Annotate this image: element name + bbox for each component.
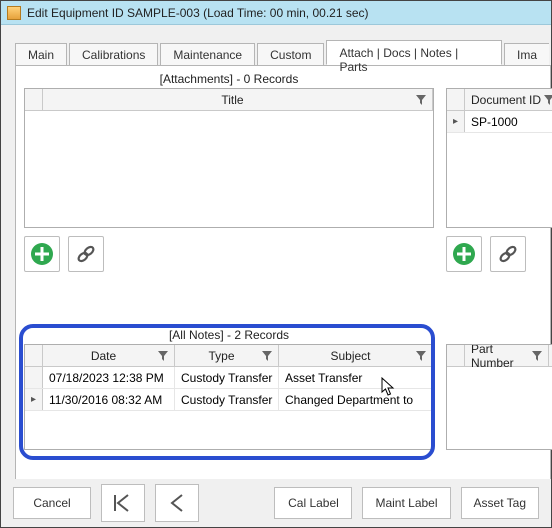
col-document-id-label: Document ID: [471, 93, 541, 107]
attachments-grid[interactable]: Title: [24, 88, 434, 228]
col-date-label: Date: [91, 349, 116, 363]
plus-icon: [452, 242, 476, 266]
col-subject[interactable]: Subject: [279, 345, 433, 366]
plus-icon: [30, 242, 54, 266]
asset-tag-button[interactable]: Asset Tag: [461, 487, 539, 519]
tab-main-label: Main: [28, 48, 54, 62]
notes-header: [All Notes] - 2 Records: [24, 328, 434, 342]
col-part-number[interactable]: Part Number: [465, 345, 549, 366]
nav-prev-button[interactable]: [155, 484, 199, 522]
asset-tag-text: Asset Tag: [474, 496, 526, 510]
app-icon: [7, 6, 21, 20]
tab-maintenance[interactable]: Maintenance: [160, 43, 255, 66]
first-icon: [112, 493, 134, 513]
cal-label-text: Cal Label: [288, 496, 339, 510]
prev-icon: [168, 493, 186, 513]
col-document-id[interactable]: Document ID: [465, 89, 552, 110]
link-icon: [497, 243, 519, 265]
filter-icon[interactable]: [416, 95, 426, 105]
link-document-button[interactable]: [490, 236, 526, 272]
table-row[interactable]: ▸ 11/30/2016 08:32 AM Custody Transfer C…: [25, 389, 433, 411]
row-selector-header: [25, 345, 43, 366]
tab-calibrations[interactable]: Calibrations: [69, 43, 158, 66]
documents-toolbar: [446, 236, 552, 272]
cancel-button[interactable]: Cancel: [13, 487, 91, 519]
add-attachment-button[interactable]: [24, 236, 60, 272]
col-title[interactable]: Title: [43, 89, 433, 110]
row-selector[interactable]: [25, 367, 43, 388]
tab-maintenance-label: Maintenance: [173, 48, 242, 62]
link-attachment-button[interactable]: [68, 236, 104, 272]
cell-subject-text: Asset Transfer: [285, 371, 362, 385]
table-row[interactable]: 07/18/2023 12:38 PM Custody Transfer Ass…: [25, 367, 433, 389]
tab-calibrations-label: Calibrations: [82, 48, 145, 62]
row-selector[interactable]: ▸: [447, 111, 465, 132]
row-selector-header: [25, 89, 43, 110]
tab-custom[interactable]: Custom: [257, 43, 324, 66]
pane-documents: [Do Document ID S ▸: [446, 72, 552, 320]
documents-header: [Do: [446, 72, 552, 86]
cell-type: Custody Transfer: [175, 389, 279, 410]
table-row[interactable]: ▸ SP-1000: [447, 111, 552, 133]
cancel-label: Cancel: [33, 496, 70, 510]
window-titlebar: Edit Equipment ID SAMPLE-003 (Load Time:…: [1, 1, 551, 25]
tab-strip: Main Calibrations Maintenance Custom Att…: [15, 39, 551, 65]
cell-subject: Asset Transfer: [279, 367, 433, 388]
cell-type: Custody Transfer: [175, 367, 279, 388]
tab-main[interactable]: Main: [15, 43, 67, 66]
row-selector[interactable]: ▸: [25, 389, 43, 410]
col-subject-label: Subject: [330, 349, 370, 363]
filter-icon[interactable]: [262, 351, 272, 361]
tab-imag-label: Ima: [517, 48, 537, 62]
maint-label-text: Maint Label: [375, 496, 437, 510]
filter-icon[interactable]: [544, 95, 552, 105]
notes-grid[interactable]: Date Type Subject 07/18/2023: [24, 344, 434, 450]
attachments-toolbar: [24, 236, 434, 272]
filter-icon[interactable]: [532, 351, 542, 361]
row-selector-header: [447, 89, 465, 110]
cell-subject: Changed Department to: [279, 389, 433, 410]
window-title: Edit Equipment ID SAMPLE-003 (Load Time:…: [27, 6, 369, 20]
tab-imag[interactable]: Ima: [504, 43, 549, 66]
cell-date: 11/30/2016 08:32 AM: [43, 389, 175, 410]
tab-attach[interactable]: Attach | Docs | Notes | Parts: [326, 40, 502, 65]
add-document-button[interactable]: [446, 236, 482, 272]
cell-date: 07/18/2023 12:38 PM: [43, 367, 175, 388]
parts-header: [Part: [446, 328, 552, 342]
work-area: Main Calibrations Maintenance Custom Att…: [1, 25, 551, 527]
row-selector-header: [447, 345, 465, 366]
nav-first-button[interactable]: [101, 484, 145, 522]
col-part-number-label: Part Number: [471, 344, 532, 370]
col-type-label: Type: [208, 349, 234, 363]
tab-body: [Attachments] - 0 Records Title: [15, 65, 551, 497]
col-type[interactable]: Type: [175, 345, 279, 366]
filter-icon[interactable]: [158, 351, 168, 361]
tab-custom-label: Custom: [270, 48, 311, 62]
maint-label-button[interactable]: Maint Label: [362, 487, 450, 519]
filter-icon[interactable]: [416, 351, 426, 361]
documents-grid[interactable]: Document ID S ▸ SP-1000: [446, 88, 552, 228]
col-date[interactable]: Date: [43, 345, 175, 366]
cal-label-button[interactable]: Cal Label: [274, 487, 352, 519]
attachments-header: [Attachments] - 0 Records: [24, 72, 434, 86]
link-icon: [75, 243, 97, 265]
cell-docid: SP-1000: [465, 111, 552, 132]
parts-grid[interactable]: Part Number Part Name: [446, 344, 552, 450]
col-title-label: Title: [221, 93, 243, 107]
footer-bar: Cancel Cal Label Maint Label Asset Tag: [1, 479, 551, 527]
pane-attachments: [Attachments] - 0 Records Title: [24, 72, 434, 320]
